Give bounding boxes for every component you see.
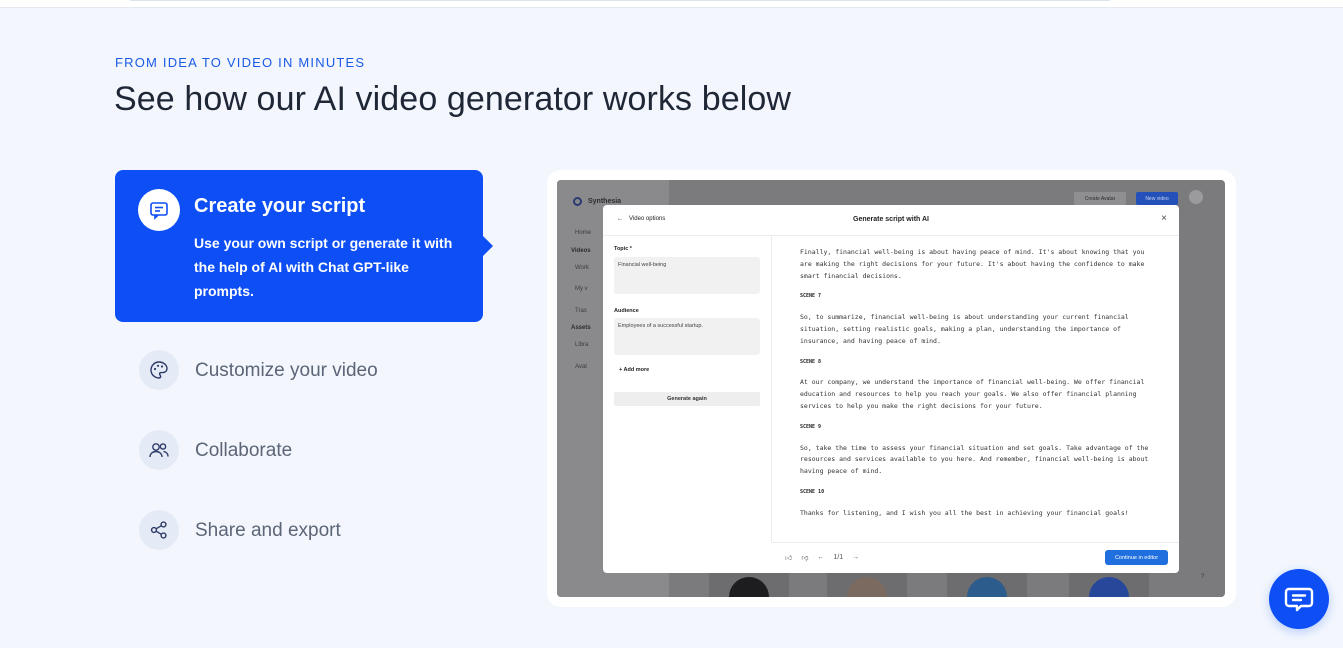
step-label: Collaborate bbox=[195, 440, 293, 461]
section-headline: See how our AI video generator works bel… bbox=[114, 80, 792, 118]
avatar-thumbnail bbox=[1069, 570, 1149, 597]
sidebar-item-trash[interactable]: Tras bbox=[575, 308, 587, 314]
close-icon[interactable]: × bbox=[1161, 213, 1167, 224]
users-icon bbox=[139, 430, 179, 470]
topic-label: Topic * bbox=[614, 246, 632, 252]
sidebar-heading-videos: Videos bbox=[571, 248, 591, 254]
create-avatar-button[interactable]: Create Avatar bbox=[1074, 192, 1126, 205]
top-navigation-edge bbox=[0, 0, 1343, 8]
step-title: Create your script bbox=[194, 195, 366, 217]
step-customize-video[interactable]: Customize your video bbox=[139, 350, 479, 390]
audience-label: Audience bbox=[614, 308, 639, 314]
prev-icon[interactable]: ← bbox=[817, 554, 824, 561]
chat-bubble-icon[interactable] bbox=[1269, 569, 1329, 629]
sidebar-heading-assets: Assets bbox=[571, 325, 591, 331]
script-paragraph: At our company, we understand the import… bbox=[800, 378, 1145, 410]
thumbs-up-icon[interactable]: 👍︎ bbox=[785, 553, 792, 562]
script-message-icon bbox=[138, 189, 180, 231]
add-more-button[interactable]: + Add more bbox=[619, 367, 649, 373]
product-mockup: Synthesia Home Videos Work My v Tras Ass… bbox=[557, 180, 1225, 597]
topic-field[interactable]: Financial well-being bbox=[614, 257, 760, 294]
sidebar-item-my-videos[interactable]: My v bbox=[575, 286, 588, 292]
step-label: Share and export bbox=[195, 520, 341, 541]
avatar-thumbnail bbox=[709, 570, 789, 597]
script-feedback-controls: 👍︎ 👎︎ ← 1/1 → bbox=[785, 553, 859, 562]
sidebar-item-home[interactable]: Home bbox=[575, 230, 591, 236]
share-icon bbox=[139, 510, 179, 550]
continue-in-editor-button[interactable]: Continue in editor bbox=[1105, 550, 1168, 565]
app-name: Synthesia bbox=[588, 198, 622, 205]
step-label: Customize your video bbox=[195, 360, 378, 381]
sidebar-item-avatars[interactable]: Avat bbox=[575, 364, 587, 370]
sidebar-item-library[interactable]: Libra bbox=[575, 342, 588, 348]
step-description: Use your own script or generate it with … bbox=[194, 235, 453, 299]
script-paragraph: So, to summarize, financial well-being i… bbox=[800, 313, 1129, 345]
next-icon[interactable]: → bbox=[852, 554, 859, 561]
audience-field[interactable]: Employees of a successful startup. bbox=[614, 318, 760, 355]
modal-title: Generate script with AI bbox=[853, 216, 929, 223]
scene-heading: SCENE 7 bbox=[800, 293, 822, 300]
section-eyebrow: FROM IDEA TO VIDEO IN MINUTES bbox=[115, 55, 366, 70]
sidebar-item-workspace[interactable]: Work bbox=[575, 265, 589, 271]
generate-script-modal: ← Video options Generate script with AI … bbox=[603, 205, 1179, 573]
app-logo-icon bbox=[573, 197, 582, 206]
script-paragraph: Thanks for listening, and I wish you all… bbox=[800, 508, 1129, 517]
thumbs-down-icon[interactable]: 👎︎ bbox=[801, 553, 808, 562]
avatar-thumbnail bbox=[947, 570, 1027, 597]
step-collaborate[interactable]: Collaborate bbox=[139, 430, 479, 470]
palette-icon bbox=[139, 350, 179, 390]
pagination: 1/1 bbox=[833, 554, 844, 561]
step-create-script[interactable]: Create your script Use your own script o… bbox=[115, 170, 493, 322]
scene-heading: SCENE 9 bbox=[800, 423, 822, 430]
scene-heading: SCENE 8 bbox=[800, 358, 822, 365]
script-paragraph: So, take the time to assess your financi… bbox=[800, 443, 1149, 476]
new-video-button[interactable]: New video bbox=[1136, 192, 1178, 205]
step-share-export[interactable]: Share and export bbox=[139, 510, 479, 550]
user-avatar[interactable] bbox=[1189, 190, 1203, 204]
add-more-label: Add more bbox=[623, 367, 650, 373]
script-paragraph: Finally, financial well-being is about h… bbox=[800, 248, 1145, 280]
avatar-thumbnail bbox=[827, 570, 907, 597]
generated-script: Finally, financial well-being is about h… bbox=[800, 247, 1156, 529]
help-icon[interactable]: ? bbox=[1201, 574, 1204, 580]
generate-again-button[interactable]: Generate again bbox=[614, 392, 760, 406]
scene-heading: SCENE 10 bbox=[800, 488, 825, 495]
